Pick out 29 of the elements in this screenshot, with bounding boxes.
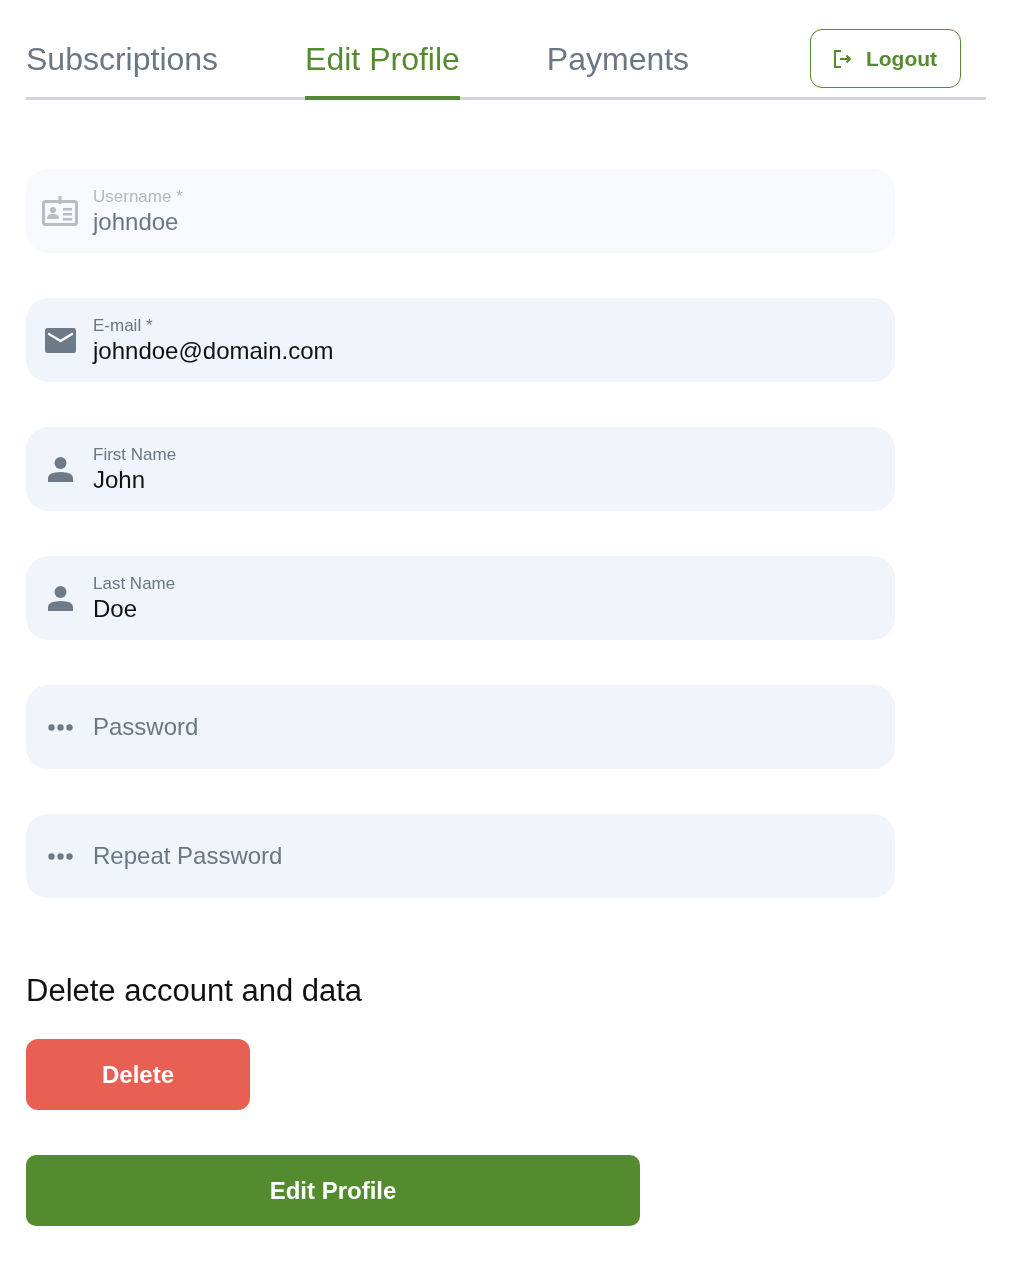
logout-icon bbox=[833, 49, 852, 68]
person-icon bbox=[47, 585, 73, 611]
id-card-icon bbox=[42, 196, 78, 226]
dots-icon bbox=[47, 723, 73, 731]
field-label: First Name bbox=[93, 443, 177, 465]
dots-icon bbox=[47, 852, 73, 860]
placeholder-text: Password bbox=[93, 712, 199, 742]
input-field[interactable]: Password bbox=[26, 685, 895, 769]
field-label: Last Name bbox=[93, 572, 176, 594]
field-value: Doe bbox=[93, 593, 138, 624]
input-field[interactable]: Repeat Password bbox=[26, 814, 895, 898]
tab[interactable]: Edit Profile bbox=[305, 41, 460, 100]
tab[interactable]: Subscriptions bbox=[26, 41, 219, 100]
delete-button[interactable]: Delete bbox=[26, 1039, 250, 1110]
section-heading: Delete account and data bbox=[26, 973, 363, 1009]
envelope-icon bbox=[44, 327, 76, 353]
field-value: johndoe bbox=[93, 206, 179, 237]
field-value: John bbox=[93, 464, 146, 495]
input-field[interactable]: First Name John bbox=[26, 427, 895, 511]
placeholder-text: Repeat Password bbox=[93, 841, 283, 871]
logout-button[interactable]: Logout bbox=[810, 29, 961, 88]
field-label: Username * bbox=[93, 185, 183, 207]
tab[interactable]: Payments bbox=[546, 41, 690, 100]
person-icon bbox=[47, 456, 73, 482]
input-field[interactable]: E-mail * johndoe@domain.com bbox=[26, 298, 895, 382]
field-value: johndoe@domain.com bbox=[93, 335, 334, 366]
edit-profile-button[interactable]: Edit Profile bbox=[26, 1155, 640, 1226]
field-label: E-mail * bbox=[93, 314, 153, 336]
input-field[interactable]: Last Name Doe bbox=[26, 556, 895, 640]
